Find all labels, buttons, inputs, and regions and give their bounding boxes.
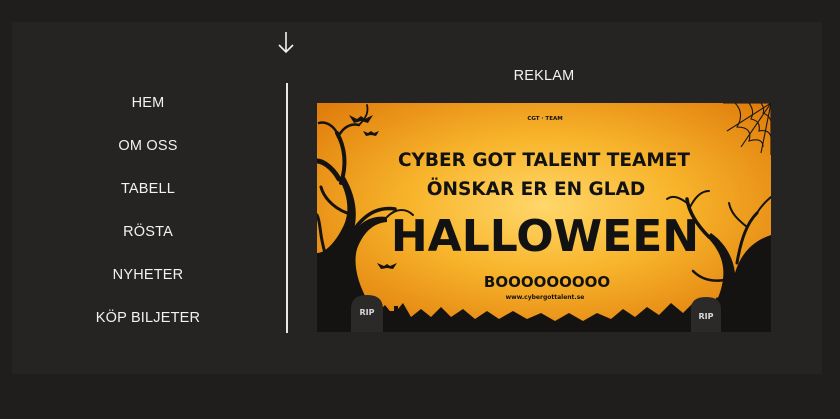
vertical-divider bbox=[286, 83, 288, 333]
nav-item-tabell[interactable]: TABELL bbox=[80, 178, 216, 221]
banner-url: www.cybergottalent.se bbox=[506, 294, 585, 301]
banner-headline: HALLOWEEN bbox=[391, 211, 699, 262]
halloween-ad-banner[interactable]: RIP RIP CGT · TEAM CYBER GOT TALENT TEAM… bbox=[317, 103, 771, 332]
svg-text:RIP: RIP bbox=[360, 308, 375, 317]
banner-line1: CYBER GOT TALENT TEAMET bbox=[398, 150, 690, 171]
nav-item-nyheter[interactable]: NYHETER bbox=[80, 264, 216, 307]
svg-text:RIP: RIP bbox=[699, 312, 714, 321]
ad-label: REKLAM bbox=[513, 68, 575, 84]
nav-item-rosta[interactable]: RÖSTA bbox=[80, 221, 216, 264]
banner-boo: BOOOOOOOOO bbox=[484, 273, 610, 291]
banner-brand: CGT · TEAM bbox=[527, 116, 562, 122]
arrow-down-icon[interactable] bbox=[276, 30, 296, 56]
nav-item-hem[interactable]: HEM bbox=[80, 92, 216, 135]
nav-item-om-oss[interactable]: OM OSS bbox=[80, 135, 216, 178]
nav-item-kop-biljeter[interactable]: KÖP BILJETER bbox=[80, 307, 216, 350]
gravestone-right: RIP bbox=[691, 297, 743, 332]
banner-line2: ÖNSKAR ER EN GLAD bbox=[427, 178, 645, 200]
main-nav: HEM OM OSS TABELL RÖSTA NYHETER KÖP BILJ… bbox=[80, 92, 216, 350]
